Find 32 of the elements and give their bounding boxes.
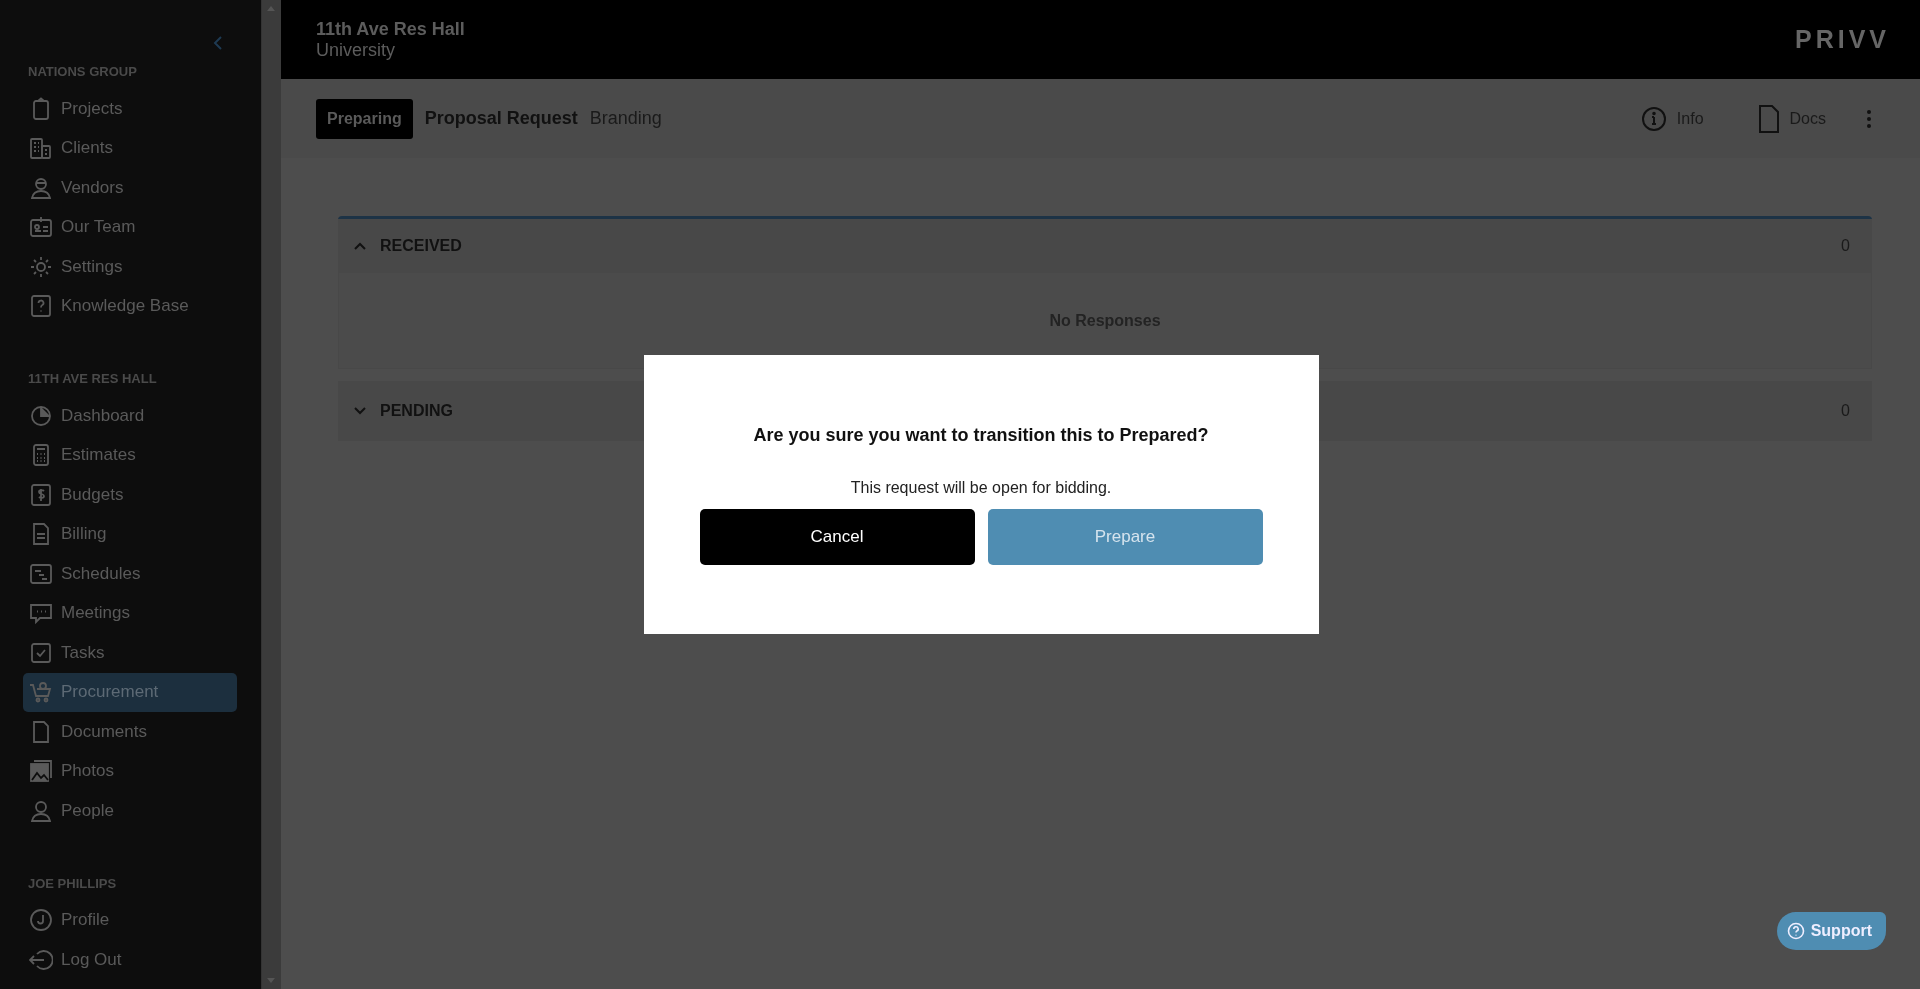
section-heading: 11TH AVE RES HALL bbox=[28, 371, 158, 386]
sidebar-item[interactable]: Procurement bbox=[23, 672, 237, 712]
dialog-title: Are you sure you want to transition this to Prepared? bbox=[753, 425, 1209, 446]
sidebar-item[interactable]: Dashboard bbox=[23, 396, 237, 436]
sidebar-item[interactable]: People bbox=[23, 791, 237, 831]
sidebar-item[interactable]: Billing bbox=[23, 514, 237, 554]
status-badge: Preparing bbox=[316, 98, 413, 139]
support-button[interactable]: Support bbox=[1776, 912, 1886, 950]
cancel-button[interactable]: Cancel bbox=[699, 509, 975, 565]
logo[interactable]: PRIVV bbox=[1794, 25, 1890, 54]
sidebar-item[interactable]: Budgets bbox=[23, 475, 237, 515]
dialog-message: This request will be open for bidding. bbox=[850, 479, 1112, 497]
sidebar-item[interactable]: Tasks bbox=[23, 633, 237, 673]
client-name: University bbox=[316, 39, 396, 61]
sidebar-item[interactable]: Profile bbox=[23, 900, 237, 940]
sidebar-item[interactable]: Vendors bbox=[23, 168, 237, 208]
page-title: Proposal Request bbox=[424, 108, 578, 129]
sidebar-item[interactable]: Schedules bbox=[23, 554, 237, 594]
confirm-button[interactable]: Prepare bbox=[987, 509, 1263, 565]
sidebar-item[interactable]: Knowledge Base bbox=[23, 286, 237, 326]
sidebar-item[interactable]: Meetings bbox=[23, 593, 237, 633]
sidebar-item[interactable]: Photos bbox=[23, 751, 237, 791]
sidebar-item[interactable]: Clients bbox=[23, 128, 237, 168]
project-name: 11th Ave Res Hall bbox=[316, 18, 465, 40]
sidebar-item[interactable]: Projects bbox=[23, 89, 237, 129]
sidebar-item[interactable]: Settings bbox=[23, 247, 237, 287]
section-heading: NATIONS GROUP bbox=[28, 64, 138, 79]
sidebar-item[interactable]: Estimates bbox=[23, 435, 237, 475]
sidebar-item[interactable]: Documents bbox=[23, 712, 237, 752]
sidebar-item[interactable]: Log Out bbox=[23, 940, 237, 980]
section-heading: JOE PHILLIPS bbox=[28, 875, 118, 891]
sidebar-item[interactable]: Our Team bbox=[23, 207, 237, 247]
